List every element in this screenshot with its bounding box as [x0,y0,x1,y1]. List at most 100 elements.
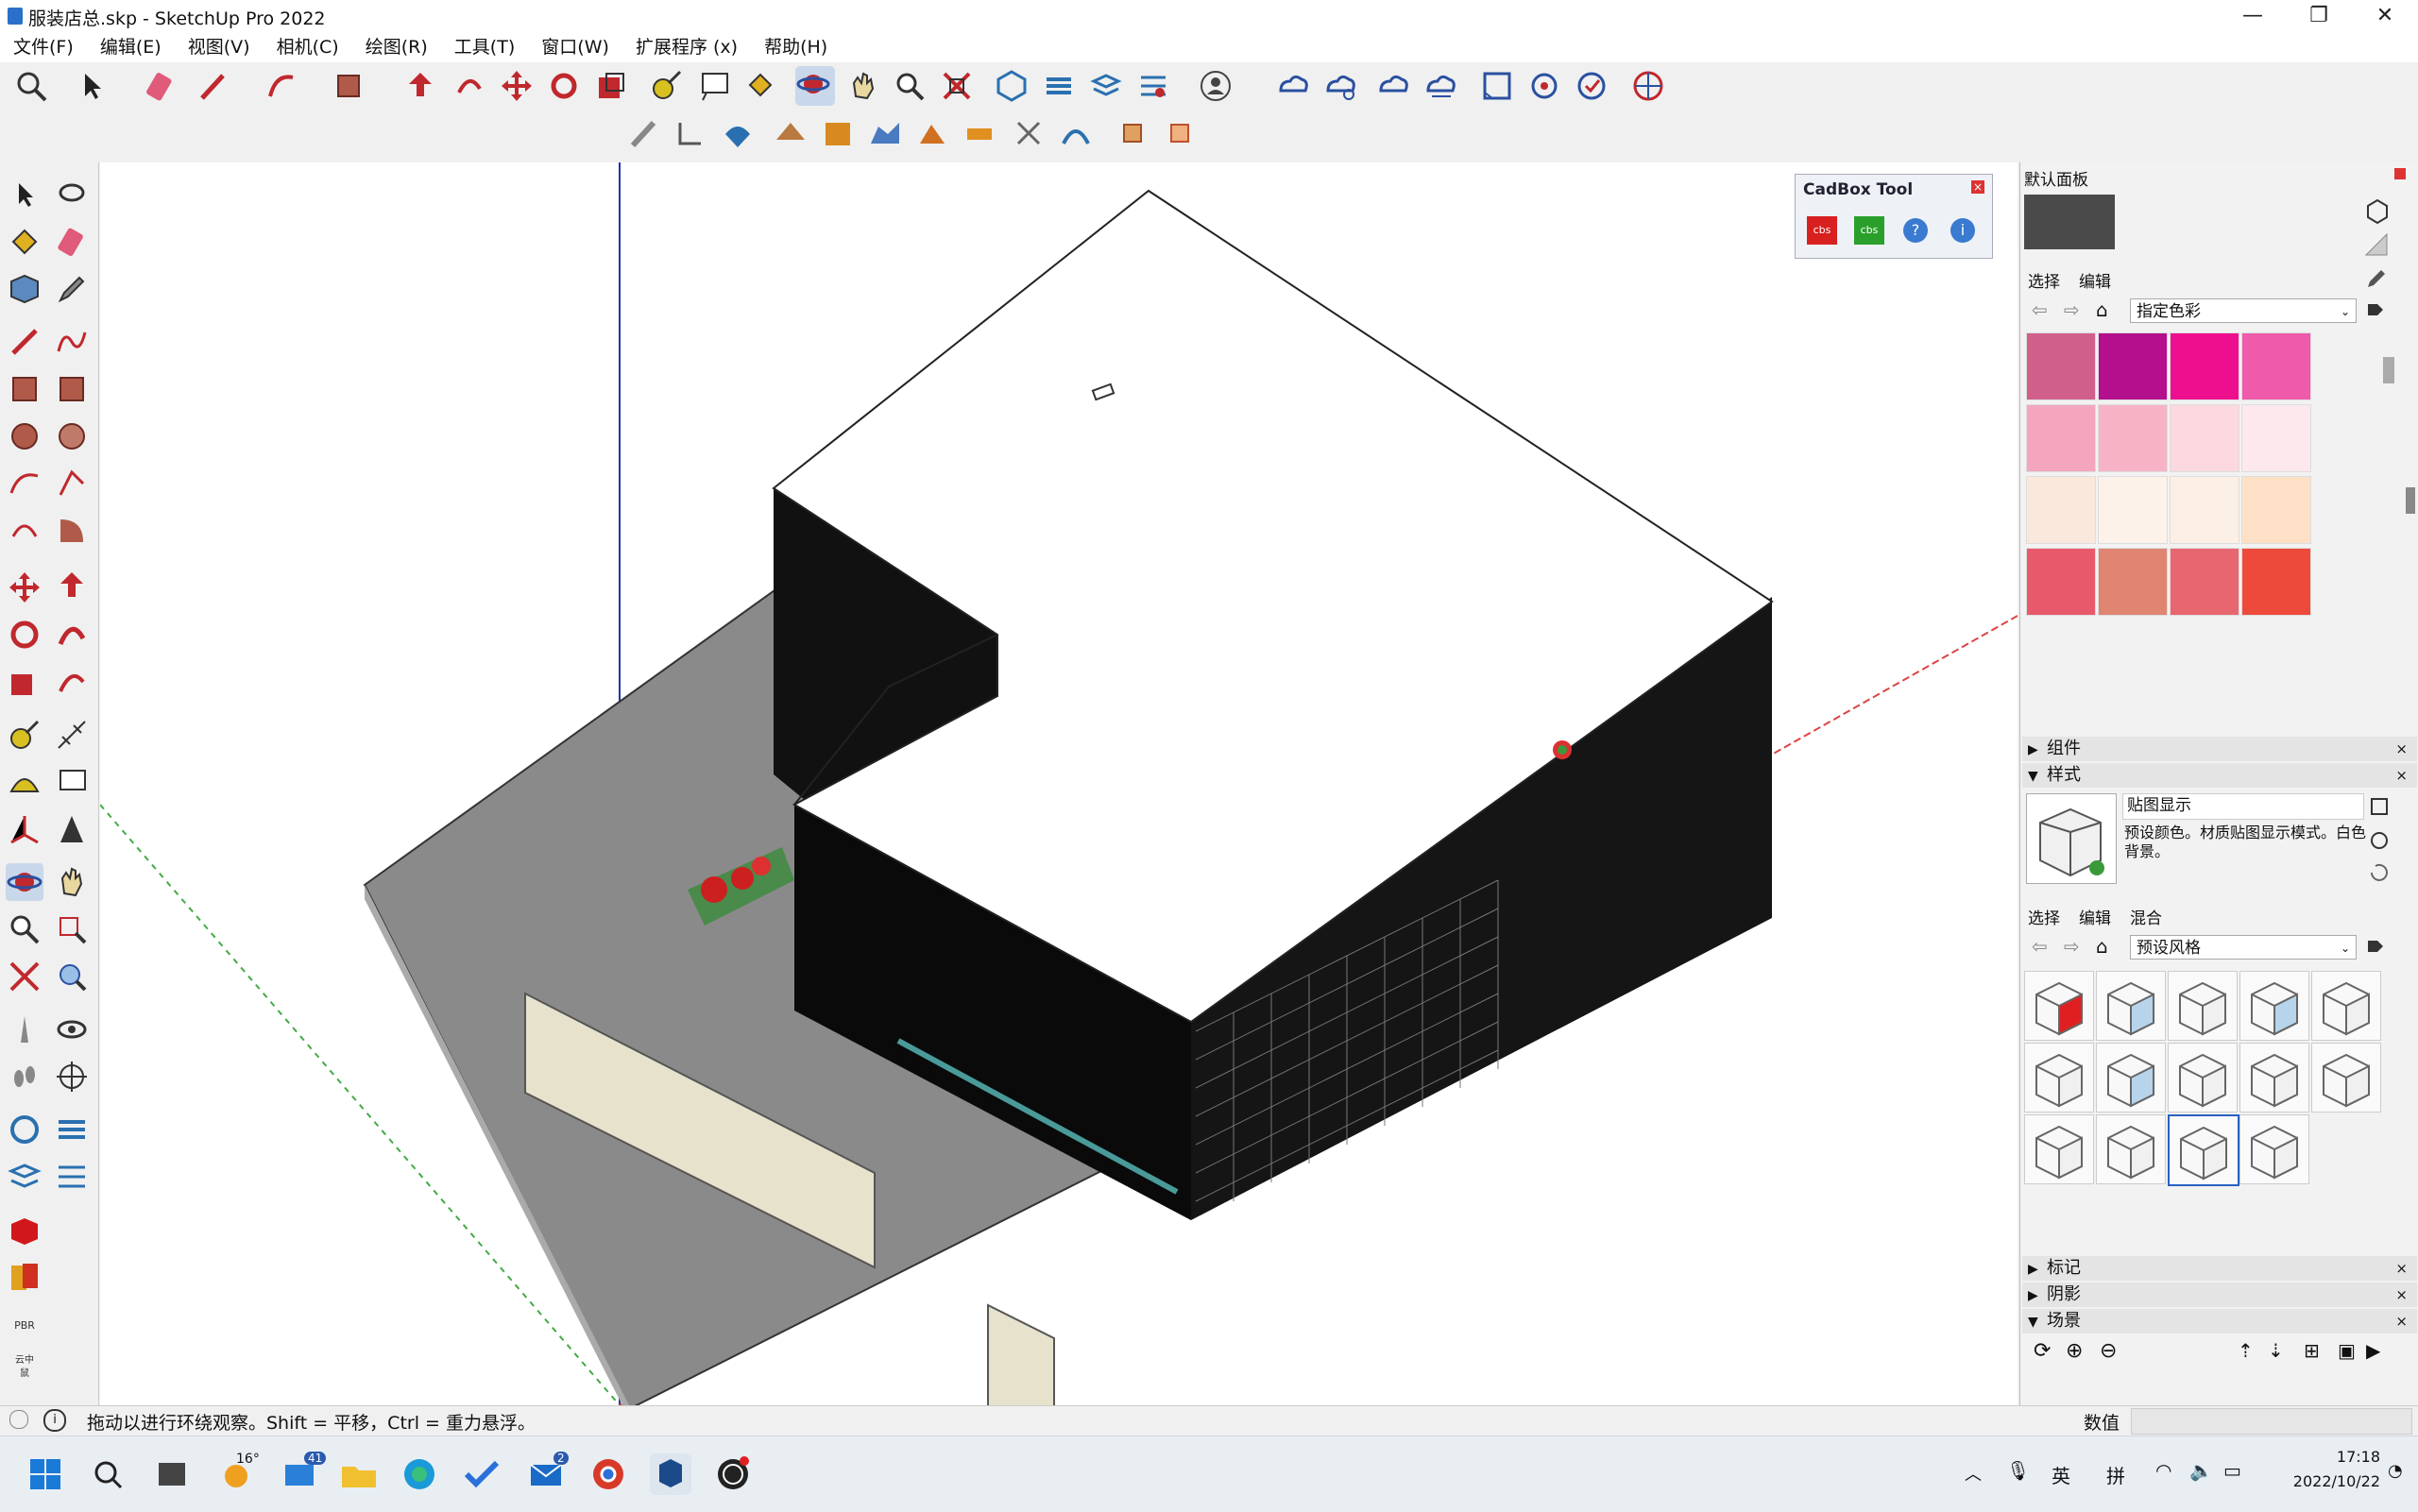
obs-icon[interactable] [712,1453,754,1495]
style-thumbnail-option[interactable] [2024,1114,2094,1184]
color-swatch[interactable] [2241,332,2311,400]
zoom-icon[interactable] [892,68,928,104]
select-icon[interactable] [74,68,110,104]
tape-tool-icon[interactable] [6,716,43,754]
lasso-select-icon[interactable] [53,176,91,213]
windows-start-icon[interactable] [25,1453,66,1495]
scene-details-icon[interactable]: ▶ [2366,1339,2380,1362]
materials-collection-dropdown[interactable]: 指定色彩 ⌄ [2130,298,2357,323]
style-thumbnail-option[interactable] [2168,1043,2238,1113]
minimize-button[interactable]: — [2220,0,2286,34]
todo-app-icon[interactable] [461,1453,502,1495]
menu-tools[interactable]: 工具(T) [454,34,515,60]
orbit-icon[interactable] [795,66,835,106]
dimension-tool-icon[interactable] [53,716,91,754]
pencil-tool-icon[interactable] [53,270,91,308]
line-icon[interactable] [195,68,230,104]
push-pull-icon[interactable] [402,68,438,104]
style-thumbnail-option[interactable] [2239,1114,2309,1184]
menu-help[interactable]: 帮助(H) [764,34,827,60]
components-section-header[interactable]: ▶ 组件 × [2022,737,2417,761]
layout-icon[interactable] [1479,68,1515,104]
extension-warehouse-icon[interactable] [1526,68,1562,104]
style-thumbnail-option[interactable] [2096,971,2166,1041]
zoom-window-icon[interactable] [939,68,975,104]
create-style-icon[interactable] [2368,829,2391,852]
task-view-icon[interactable] [151,1453,193,1495]
color-swatch[interactable] [2026,476,2096,544]
layers-icon-2[interactable] [1088,68,1124,104]
freehand-tool-icon[interactable] [53,323,91,361]
zoom-extents-tool-icon[interactable] [6,958,43,995]
eraser-icon[interactable] [144,68,179,104]
clock-time[interactable]: 17:18 [2314,1448,2380,1466]
3d-text-tool-icon[interactable] [53,810,91,848]
style-thumbnail-option[interactable] [2096,1114,2166,1184]
scissors-icon[interactable] [1011,115,1047,151]
text-tool-icon[interactable] [53,763,91,801]
walk-tool-icon[interactable] [6,1058,43,1096]
section-plane-icon[interactable] [994,68,1030,104]
move-icon[interactable] [499,68,535,104]
file-explorer-icon[interactable] [338,1453,380,1495]
styles-tab-mix[interactable]: 混合 [2130,905,2162,928]
rectangle-icon[interactable] [331,68,366,104]
follow-me-icon[interactable] [451,68,487,104]
eraser-tool-icon[interactable] [53,223,91,261]
input-method-pinyin[interactable]: 拼 [2106,1461,2125,1488]
tray-scrollbar[interactable] [2406,487,2415,514]
cloud-download-icon[interactable] [1422,68,1458,104]
update-scene-icon[interactable]: ⟳ [2034,1339,2051,1363]
tray-close-icon[interactable] [2394,168,2406,179]
rectangle-tool-icon[interactable] [6,370,43,408]
sketchup-taskbar-icon[interactable] [650,1453,691,1495]
layer-tool-icon-2[interactable] [6,1158,43,1196]
previous-view-icon[interactable] [53,958,91,995]
swatch-scrollbar[interactable] [2383,357,2394,383]
section-tool-icon[interactable] [53,1058,91,1096]
pbr-plugin-icon[interactable]: PBR [6,1307,43,1345]
layer-tool-icon-1[interactable] [53,1111,91,1148]
drawing-viewport[interactable]: CadBox Tool × cbs cbs ? i [100,162,2018,1405]
axes-tool-icon[interactable] [6,810,43,848]
style-thumbnail-option[interactable] [2239,971,2309,1041]
styles-tab-select[interactable]: 选择 [2028,905,2060,928]
styles-collection-dropdown[interactable]: 预设风格 ⌄ [2130,935,2357,960]
style-thumbnail-option[interactable] [2239,1043,2309,1113]
volume-icon[interactable]: 🔈 [2189,1459,2213,1482]
clock-date[interactable]: 2022/10/22 [2271,1472,2380,1490]
wifi-icon[interactable]: ◠ [2155,1459,2171,1482]
text-icon[interactable] [697,68,733,104]
scale-icon[interactable] [593,68,629,104]
menu-extensions[interactable]: 扩展程序 (x) [636,34,738,60]
stamp-tool-icon[interactable] [1058,115,1094,151]
offset-tool-icon[interactable] [53,663,91,701]
style-thumbnail-option[interactable] [2096,1043,2166,1113]
menu-camera[interactable]: 相机(C) [277,34,339,60]
look-around-icon[interactable] [53,1011,91,1048]
home-icon[interactable]: ⌂ [2096,298,2108,321]
circle-tool-icon[interactable] [6,417,43,455]
arc-tool-icon[interactable] [6,465,43,502]
search-icon[interactable] [87,1453,128,1495]
color-swatch[interactable] [2241,548,2311,616]
chrome-icon[interactable] [587,1453,629,1495]
model-scene[interactable] [100,162,2018,1405]
color-swatch[interactable] [2170,332,2239,400]
create-material-icon[interactable] [2362,196,2391,225]
section-close-icon[interactable]: × [2395,1256,2408,1281]
battery-icon[interactable]: ▭ [2223,1459,2241,1482]
color-swatch[interactable] [2241,476,2311,544]
line-tool-icon[interactable] [6,323,43,361]
style-thumbnail-option[interactable] [2024,1043,2094,1113]
notification-icon[interactable]: ◔ [2388,1461,2403,1481]
close-button[interactable]: ✕ [2352,0,2418,34]
color-swatch[interactable] [2241,404,2311,472]
microphone-icon[interactable]: 🎙 [2006,1459,2030,1482]
tape-measure-icon[interactable] [648,68,684,104]
plugin-icon-2[interactable] [1162,115,1198,151]
stamp-icon[interactable] [673,115,708,151]
color-swatch[interactable] [2170,548,2239,616]
remove-scene-icon[interactable]: ⊖ [2100,1339,2117,1363]
scale-tool-icon[interactable] [6,663,43,701]
